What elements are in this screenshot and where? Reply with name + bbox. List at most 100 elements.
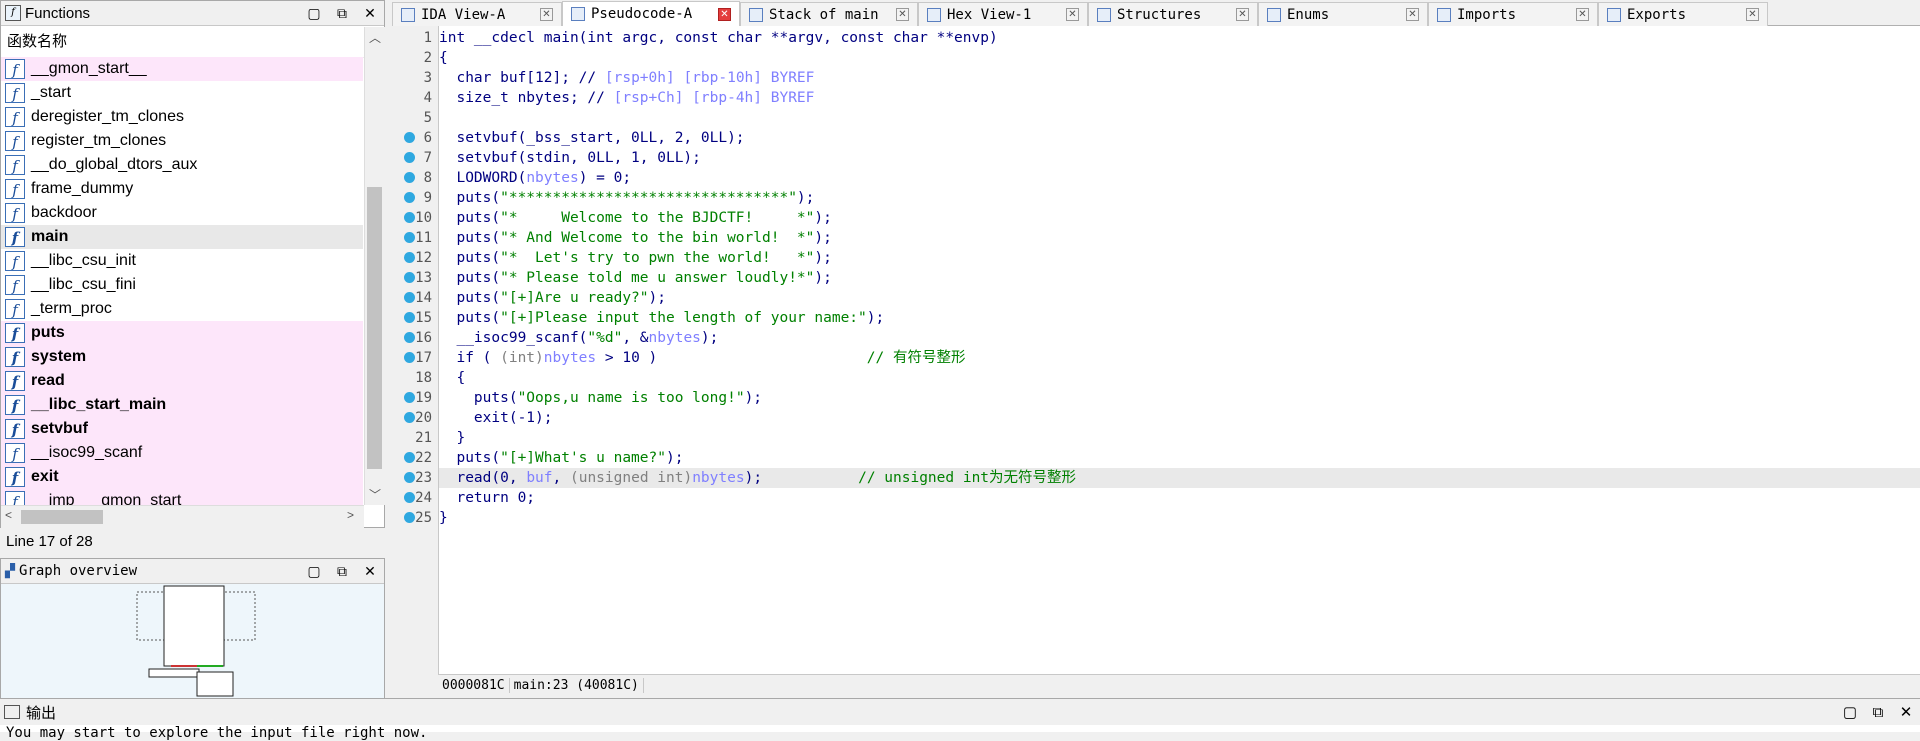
variable[interactable]: buf	[526, 470, 552, 486]
code-line[interactable]: puts("* Let's try to pwn the world! *");	[439, 248, 1920, 268]
function-list-vertical-scrollbar[interactable]: ︿ ﹀	[364, 27, 385, 505]
function-item[interactable]: f backdoor	[1, 201, 363, 225]
function-item[interactable]: f main	[1, 225, 363, 249]
scrollbar-thumb[interactable]	[367, 187, 382, 469]
tab-close-icon[interactable]: ✕	[718, 7, 731, 21]
variable[interactable]: nbytes	[649, 330, 701, 346]
restore-icon[interactable]: ⧉	[328, 563, 356, 580]
current-code-line[interactable]: read(0, buf, (unsigned int)nbytes); // u…	[439, 468, 1920, 488]
tab-exports[interactable]: Exports ✕	[1598, 2, 1768, 26]
variable[interactable]: nbytes	[526, 170, 578, 186]
function-name-column-header[interactable]: 函数名称	[1, 27, 367, 58]
pseudocode-view[interactable]: 1 2 3 4 5 6 7 8 9 10 11 12 13 14 15 16 17 18 19 20 21 22 23 24 2…	[392, 26, 1920, 697]
code-line[interactable]: puts("* And Welcome to the bin world! *"…	[439, 228, 1920, 248]
function-item[interactable]: f system	[1, 345, 363, 369]
code-line[interactable]: puts("[+]What's u name?");	[439, 448, 1920, 468]
string-literal[interactable]: "* Welcome to the BJDCTF! *"	[500, 210, 814, 226]
function-item[interactable]: f exit	[1, 465, 363, 489]
code-line[interactable]: if ( (int)nbytes > 10 ) // 有符号整形	[439, 348, 1920, 368]
scroll-left-icon[interactable]: <	[5, 508, 12, 522]
tab-close-icon[interactable]: ✕	[896, 8, 909, 21]
function-list-horizontal-scrollbar[interactable]: < >	[1, 505, 364, 528]
function-item[interactable]: f puts	[1, 321, 363, 345]
restore-icon[interactable]: ⧉	[328, 5, 356, 22]
tab-close-icon[interactable]: ✕	[1746, 8, 1759, 21]
function-item[interactable]: f __isoc99_scanf	[1, 441, 363, 465]
tab-pseudocode-a[interactable]: Pseudocode-A ✕	[562, 1, 740, 26]
tab-close-icon[interactable]: ✕	[1236, 8, 1249, 21]
function-item[interactable]: f frame_dummy	[1, 177, 363, 201]
string-literal[interactable]: "[+]Are u ready?"	[500, 290, 648, 306]
tab-close-icon[interactable]: ✕	[1066, 8, 1079, 21]
tab-imports[interactable]: Imports ✕	[1428, 2, 1598, 26]
code-line[interactable]: int __cdecl main(int argc, const char **…	[439, 28, 1920, 48]
close-icon[interactable]: ✕	[356, 5, 384, 22]
string-literal[interactable]: "Oops,u name is too long!"	[518, 390, 745, 406]
maximize-icon[interactable]: ▢	[300, 563, 328, 580]
string-literal[interactable]: "* Let's try to pwn the world! *"	[500, 250, 814, 266]
code-line[interactable]: size_t nbytes; // [rsp+Ch] [rbp-4h] BYRE…	[439, 88, 1920, 108]
function-item[interactable]: f __imp___gmon_start__	[1, 489, 363, 505]
code-line[interactable]: puts("* Welcome to the BJDCTF! *");	[439, 208, 1920, 228]
variable[interactable]: nbytes	[692, 470, 744, 486]
tab-close-icon[interactable]: ✕	[1576, 8, 1589, 21]
tab-label: Stack of main	[769, 6, 879, 23]
graph-overview-canvas[interactable]	[1, 584, 384, 698]
code-line[interactable]: puts("* Please told me u answer loudly!*…	[439, 268, 1920, 288]
function-item[interactable]: f _start	[1, 81, 363, 105]
tab-ida-view-a[interactable]: IDA View-A ✕	[392, 2, 562, 26]
function-item[interactable]: f __do_global_dtors_aux	[1, 153, 363, 177]
code-line[interactable]: puts("Oops,u name is too long!");	[439, 388, 1920, 408]
code-status-bar: 0000081C main:23 (40081C)	[438, 674, 1920, 697]
string-literal[interactable]: "%d"	[587, 330, 622, 346]
scroll-up-icon[interactable]: ︿	[365, 29, 385, 46]
scrollbar-thumb[interactable]	[21, 510, 103, 524]
code-line[interactable]: {	[439, 368, 1920, 388]
function-name: setvbuf	[31, 420, 88, 437]
code-line[interactable]: }	[439, 428, 1920, 448]
function-item[interactable]: f setvbuf	[1, 417, 363, 441]
string-literal[interactable]: "* Please told me u answer loudly!*"	[500, 270, 814, 286]
variable[interactable]: nbytes	[544, 350, 596, 366]
function-item[interactable]: f register_tm_clones	[1, 129, 363, 153]
code-line[interactable]: {	[439, 48, 1920, 68]
close-icon[interactable]: ✕	[356, 563, 384, 580]
string-literal[interactable]: "********************************"	[500, 190, 797, 206]
code-line[interactable]: __isoc99_scanf("%d", &nbytes);	[439, 328, 1920, 348]
function-item[interactable]: f __gmon_start__	[1, 57, 363, 81]
tab-stack-of-main[interactable]: Stack of main ✕	[740, 2, 918, 26]
function-item[interactable]: f deregister_tm_clones	[1, 105, 363, 129]
restore-icon[interactable]: ⧉	[1864, 704, 1892, 721]
string-literal[interactable]: "[+]What's u name?"	[500, 450, 666, 466]
code-line[interactable]: setvbuf(stdin, 0LL, 1, 0LL);	[439, 148, 1920, 168]
code-line[interactable]: setvbuf(_bss_start, 0LL, 2, 0LL);	[439, 128, 1920, 148]
scroll-right-icon[interactable]: >	[347, 508, 354, 522]
code-editor[interactable]: int __cdecl main(int argc, const char **…	[438, 26, 1920, 674]
tab-enums[interactable]: Enums ✕	[1258, 2, 1428, 26]
function-icon: f	[5, 443, 25, 463]
code-line[interactable]: return 0;	[439, 488, 1920, 508]
code-line[interactable]	[439, 108, 1920, 128]
function-item[interactable]: f _term_proc	[1, 297, 363, 321]
code-line[interactable]: puts("[+]Please input the length of your…	[439, 308, 1920, 328]
code-line[interactable]: puts("[+]Are u ready?");	[439, 288, 1920, 308]
tab-structures[interactable]: Structures ✕	[1088, 2, 1258, 26]
maximize-icon[interactable]: ▢	[300, 5, 328, 22]
tab-close-icon[interactable]: ✕	[1406, 8, 1419, 21]
code-line[interactable]: char buf[12]; // [rsp+0h] [rbp-10h] BYRE…	[439, 68, 1920, 88]
function-item[interactable]: f __libc_start_main	[1, 393, 363, 417]
code-line[interactable]: }	[439, 508, 1920, 528]
string-literal[interactable]: "[+]Please input the length of your name…	[500, 310, 867, 326]
tab-hex-view-1[interactable]: Hex View-1 ✕	[918, 2, 1088, 26]
close-icon[interactable]: ✕	[1892, 703, 1920, 721]
tab-close-icon[interactable]: ✕	[540, 8, 553, 21]
function-item[interactable]: f __libc_csu_fini	[1, 273, 363, 297]
maximize-icon[interactable]: ▢	[1836, 703, 1864, 721]
code-line[interactable]: LODWORD(nbytes) = 0;	[439, 168, 1920, 188]
code-line[interactable]: exit(-1);	[439, 408, 1920, 428]
code-line[interactable]: puts("********************************")…	[439, 188, 1920, 208]
function-item[interactable]: f __libc_csu_init	[1, 249, 363, 273]
string-literal[interactable]: "* And Welcome to the bin world! *"	[500, 230, 814, 246]
function-item[interactable]: f read	[1, 369, 363, 393]
scroll-down-icon[interactable]: ﹀	[365, 486, 385, 503]
